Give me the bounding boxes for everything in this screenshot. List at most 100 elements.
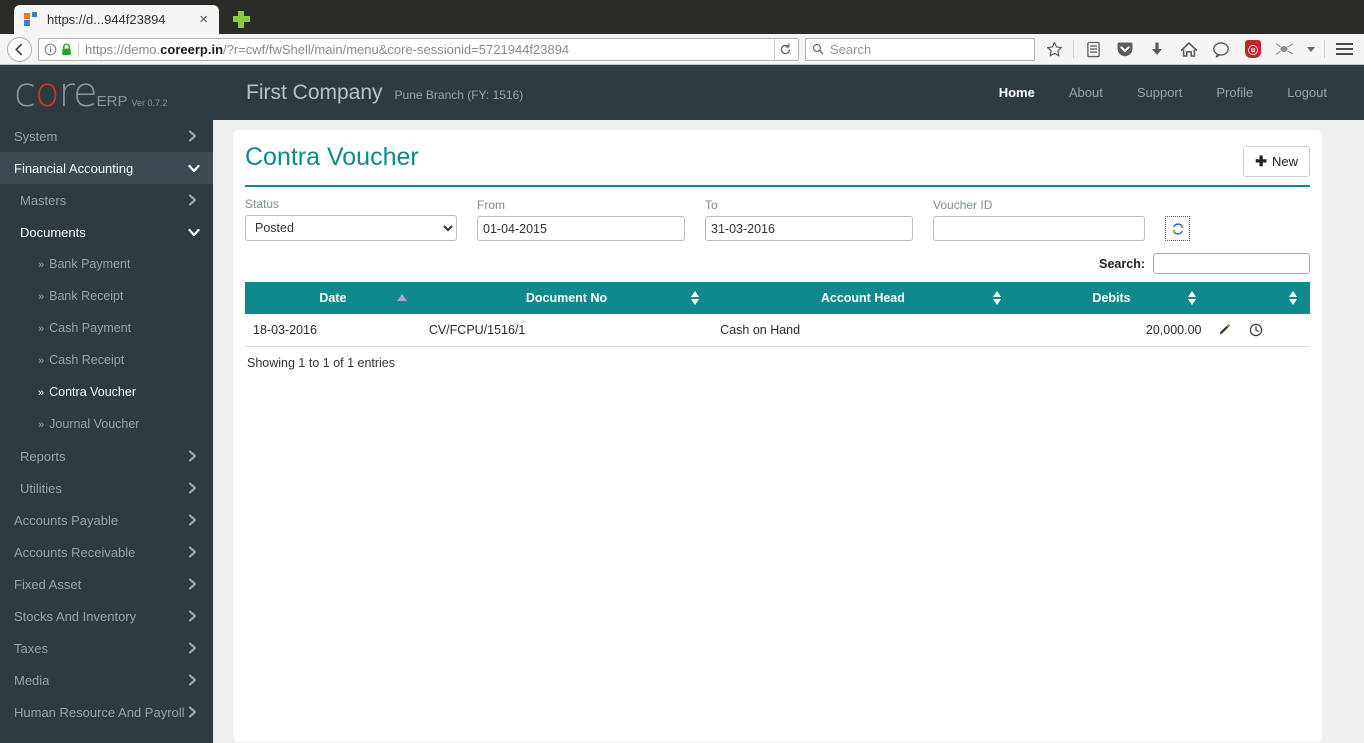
sidebar-item-label: » Bank Payment [38,257,130,271]
sidebar-item-reports[interactable]: Reports [0,440,213,472]
voucher-id-input[interactable] [933,216,1145,241]
sidebar: System Financial Accounting Masters Docu… [0,120,213,743]
new-tab-button[interactable] [229,7,253,31]
bullet-icon: » [38,419,45,431]
chevron-right-icon [188,546,200,558]
nav-link-support[interactable]: Support [1120,79,1200,106]
addon-icon[interactable] [1272,36,1298,62]
sidebar-item-stocks-and-inventory[interactable]: Stocks And Inventory [0,600,213,632]
browser-search-input[interactable]: Search [805,37,1035,61]
refresh-button[interactable] [1165,216,1190,241]
column-label: Date [319,291,347,305]
sidebar-item-system[interactable]: System [0,120,213,152]
panel-header: Contra Voucher ✚ New [245,143,1310,187]
nav-link-profile[interactable]: Profile [1199,79,1270,106]
company-branch: Pune Branch (FY: 1516) [394,87,524,102]
sidebar-item-taxes[interactable]: Taxes [0,632,213,664]
nav-link-logout[interactable]: Logout [1270,79,1344,106]
table-search-input[interactable] [1153,253,1310,274]
app-version: Ver 0.7.2 [131,97,168,108]
top-nav: Home About Support Profile Logout [982,79,1344,106]
sidebar-item-utilities[interactable]: Utilities [0,472,213,504]
browser-search-placeholder: Search [830,41,872,57]
sidebar-item-contra-voucher[interactable]: » Contra Voucher [0,376,213,408]
sort-both-icon [691,290,700,306]
sidebar-item-media[interactable]: Media [0,664,213,696]
bookmark-star-icon[interactable] [1041,36,1067,62]
sidebar-item-label: » Cash Receipt [38,353,124,367]
cell-document-no: CV/FCPU/1516/1 [420,314,713,347]
sidebar-item-text: Bank Receipt [49,289,124,303]
back-button[interactable] [7,36,32,62]
sidebar-item-text: Cash Receipt [49,353,125,367]
sidebar-item-human-resource-and-payroll[interactable]: Human Resource And Payroll [0,696,213,728]
cell-account-head: Cash on Hand [712,314,1014,347]
browser-tab[interactable]: https://d...944f23894 × [14,5,219,34]
page-info-icon[interactable] [44,43,57,56]
chevron-right-icon [188,514,200,526]
to-date-filter: To [705,198,913,241]
chevron-down-icon [1307,46,1315,52]
downloads-icon[interactable] [1144,36,1170,62]
cell-date: 18-03-2016 [245,314,421,347]
search-icon [812,43,824,55]
logo-text: core [14,69,98,116]
status-select[interactable]: Posted [245,215,457,241]
ublock-badge: ⓤ [1245,40,1261,58]
ublock-icon[interactable]: ⓤ [1240,36,1266,62]
sidebar-item-financial-accounting[interactable]: Financial Accounting [0,152,213,184]
sidebar-item-accounts-receivable[interactable]: Accounts Receivable [0,536,213,568]
sidebar-item-masters[interactable]: Masters [0,184,213,216]
sidebar-item-cash-payment[interactable]: » Cash Payment [0,312,213,344]
sidebar-item-journal-voucher[interactable]: » Journal Voucher [0,408,213,440]
brand-logo[interactable]: core ERP Ver 0.7.2 [14,73,246,113]
menu-icon[interactable] [1331,36,1357,62]
new-button-label: New [1271,154,1298,169]
column-header-account-head[interactable]: Account Head [712,282,1014,314]
sidebar-item-label: Accounts Payable [14,512,119,528]
sidebar-item-label: » Cash Payment [38,321,131,335]
sidebar-item-bank-payment[interactable]: » Bank Payment [0,248,213,280]
company-name: First Company [246,80,383,104]
history-clock-icon[interactable] [1249,323,1263,337]
sidebar-item-bank-receipt[interactable]: » Bank Receipt [0,280,213,312]
close-icon[interactable]: × [196,12,211,27]
table-row[interactable]: 18-03-2016 CV/FCPU/1516/1 Cash on Hand 2… [245,314,1310,347]
chevron-down-icon [188,164,200,173]
table-info: Showing 1 to 1 of 1 entries [247,356,396,370]
sidebar-item-text: Cash Payment [49,321,132,335]
addon-dropdown-caret[interactable] [1304,36,1318,62]
reader-list-icon[interactable] [1080,36,1106,62]
column-header-actions[interactable] [1209,282,1310,314]
voucher-id-filter: Voucher ID [933,198,1145,241]
bullet-icon: » [38,387,45,399]
sidebar-item-fixed-asset[interactable]: Fixed Asset [0,568,213,600]
plus-icon: ✚ [1255,153,1267,169]
from-date-input[interactable] [477,216,685,241]
new-button[interactable]: ✚ New [1243,146,1310,177]
column-header-date[interactable]: Date [245,282,421,314]
cell-actions [1209,314,1310,347]
sidebar-item-label: Documents [20,224,86,240]
sort-both-icon [1289,290,1298,306]
column-header-document-no[interactable]: Document No [420,282,713,314]
to-date-input[interactable] [705,216,913,241]
chevron-right-icon [188,450,200,462]
column-header-debits[interactable]: Debits [1013,282,1210,314]
pocket-icon[interactable] [1112,36,1138,62]
nav-link-about[interactable]: About [1052,79,1120,106]
voucher-id-label: Voucher ID [933,198,993,212]
sort-ascending-icon [396,294,407,301]
home-icon[interactable] [1176,36,1202,62]
sidebar-item-documents[interactable]: Documents [0,216,213,248]
chat-icon[interactable] [1208,36,1234,62]
site-favicon [24,12,39,27]
sidebar-item-text: Journal Voucher [49,417,140,431]
sidebar-item-accounts-payable[interactable]: Accounts Payable [0,504,213,536]
sidebar-item-cash-receipt[interactable]: » Cash Receipt [0,344,213,376]
reload-button[interactable] [774,38,796,60]
sidebar-item-label: System [14,128,58,144]
edit-pencil-icon[interactable] [1217,323,1231,337]
url-bar[interactable]: https://demo.coreerp.in/?r=cwf/fwShell/m… [38,37,799,61]
nav-link-home[interactable]: Home [982,79,1052,106]
